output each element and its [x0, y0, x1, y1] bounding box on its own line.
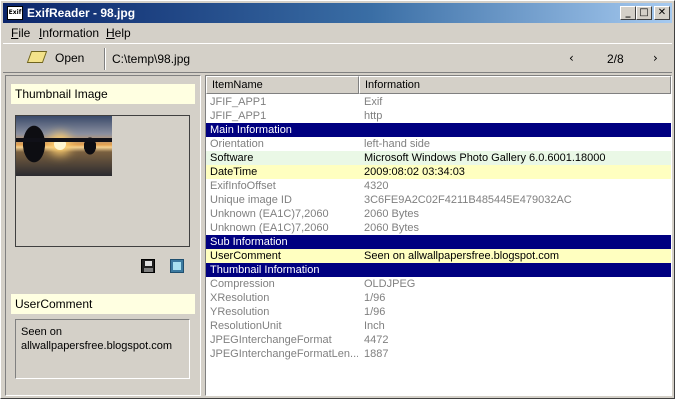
- list-rows: JFIF_APP1 Exif JFIF_APP1 http Main Informati…: [206, 95, 671, 361]
- minimize-button[interactable]: _: [620, 6, 636, 20]
- item-name-cell: Orientation: [210, 138, 264, 150]
- table-row[interactable]: JPEGInterchangeFormat 4472: [206, 333, 671, 347]
- information-cell: 1/96: [364, 306, 386, 318]
- section-header-row[interactable]: Thumbnail Information: [206, 263, 671, 277]
- open-label: Open: [55, 51, 85, 65]
- information-cell: 1/96: [364, 292, 386, 304]
- thumbnail-label: Thumbnail Image: [11, 84, 195, 104]
- table-row[interactable]: JPEGInterchangeFormatLen... 1887: [206, 347, 671, 361]
- table-row[interactable]: DateTime 2009:08:02 03:34:03: [206, 165, 671, 179]
- exif-list[interactable]: ItemName Information JFIF_APP1 Exif JFIF_A…: [205, 75, 672, 396]
- table-row[interactable]: Unique image ID 3C6FE9A2C02F4211B485445E4…: [206, 193, 671, 207]
- table-row[interactable]: JFIF_APP1 Exif: [206, 95, 671, 109]
- item-name-cell: ResolutionUnit: [210, 320, 282, 332]
- information-cell: 2060 Bytes: [364, 208, 420, 220]
- list-header: ItemName Information: [206, 76, 671, 94]
- item-name-cell: DateTime: [210, 166, 258, 178]
- information-cell: Inch: [364, 320, 385, 332]
- open-button[interactable]: Open: [25, 50, 89, 68]
- toolbar: Open C:\temp\98.jpg ‹ 2/8 ›: [3, 43, 672, 73]
- information-cell: 2060 Bytes: [364, 222, 420, 234]
- item-name-cell: Thumbnail Information: [210, 264, 320, 276]
- information-cell: Exif: [364, 96, 383, 108]
- table-row[interactable]: Orientation left-hand side: [206, 137, 671, 151]
- thumbnail-trees: [16, 116, 112, 176]
- close-button[interactable]: ✕: [654, 6, 670, 20]
- information-cell: Seen on allwallpapersfree.blogspot.com: [364, 250, 560, 262]
- window-title: ExifReader - 98.jpg: [27, 6, 136, 20]
- page-counter: 2/8: [607, 52, 624, 66]
- item-name-cell: JFIF_APP1: [210, 110, 267, 122]
- user-comment-label: UserComment: [11, 294, 195, 314]
- thumbnail-frame: [15, 115, 190, 247]
- item-name-cell: Sub Information: [210, 236, 288, 248]
- item-name-cell: ExifInfoOffset: [210, 180, 276, 192]
- item-name-cell: JFIF_APP1: [210, 96, 267, 108]
- item-name-cell: Compression: [210, 278, 275, 290]
- table-row[interactable]: XResolution 1/96: [206, 291, 671, 305]
- information-cell: 1887: [364, 348, 389, 360]
- file-path: C:\temp\98.jpg: [112, 52, 191, 66]
- table-row[interactable]: YResolution 1/96: [206, 305, 671, 319]
- table-row[interactable]: Unknown (EA1C)7,2060 2060 Bytes: [206, 221, 671, 235]
- information-cell: 2009:08:02 03:34:03: [364, 166, 465, 178]
- user-comment-box: Seen on allwallpapersfree.blogspot.com: [15, 319, 190, 379]
- previous-button[interactable]: ‹: [569, 51, 574, 65]
- thumbnail-image: [16, 116, 112, 176]
- user-comment-line-2: allwallpapersfree.blogspot.com: [21, 340, 173, 352]
- view-image-icon[interactable]: [170, 259, 184, 273]
- table-row[interactable]: JFIF_APP1 http: [206, 109, 671, 123]
- user-comment-line-1: Seen on: [21, 326, 62, 338]
- table-row[interactable]: Software Microsoft Windows Photo Gallery …: [206, 151, 671, 165]
- menu-bar: File Information Help: [3, 24, 672, 42]
- menu-help[interactable]: Help: [106, 26, 131, 40]
- item-name-cell: UserComment: [210, 250, 281, 262]
- menu-information[interactable]: Information: [39, 26, 99, 40]
- maximize-button[interactable]: □: [636, 6, 652, 20]
- column-header-information[interactable]: Information: [359, 76, 671, 94]
- left-panel: Thumbnail Image UserComment Seen on allw…: [5, 75, 201, 396]
- information-cell: 4472: [364, 334, 389, 346]
- information-cell: 3C6FE9A2C02F4211B485445E479032AC: [364, 194, 572, 206]
- app-icon: Exif: [7, 6, 23, 20]
- item-name-cell: XResolution: [210, 292, 270, 304]
- information-cell: OLDJPEG: [364, 278, 416, 290]
- item-name-cell: Unknown (EA1C)7,2060: [210, 222, 329, 234]
- table-row[interactable]: Unknown (EA1C)7,2060 2060 Bytes: [206, 207, 671, 221]
- item-name-cell: Unique image ID: [210, 194, 292, 206]
- item-name-cell: Software: [210, 152, 254, 164]
- app-window: Exif ExifReader - 98.jpg _ □ ✕ File Info…: [0, 0, 675, 399]
- information-cell: left-hand side: [364, 138, 431, 150]
- next-button[interactable]: ›: [653, 51, 658, 65]
- table-row[interactable]: ExifInfoOffset 4320: [206, 179, 671, 193]
- section-header-row[interactable]: Main Information: [206, 123, 671, 137]
- toolbar-separator: [104, 48, 106, 70]
- table-row[interactable]: ResolutionUnit Inch: [206, 319, 671, 333]
- save-icon[interactable]: [141, 259, 155, 273]
- item-name-cell: YResolution: [210, 306, 270, 318]
- information-cell: http: [364, 110, 383, 122]
- column-header-itemname[interactable]: ItemName: [206, 76, 359, 94]
- open-folder-icon: [26, 51, 48, 63]
- title-bar[interactable]: Exif ExifReader - 98.jpg _ □ ✕: [3, 3, 672, 23]
- table-row[interactable]: UserComment Seen on allwallpapersfree.blo…: [206, 249, 671, 263]
- table-row[interactable]: Compression OLDJPEG: [206, 277, 671, 291]
- menu-file[interactable]: File: [11, 26, 30, 40]
- information-cell: Microsoft Windows Photo Gallery 6.0.6001…: [364, 152, 606, 164]
- item-name-cell: Main Information: [210, 124, 292, 136]
- information-cell: 4320: [364, 180, 389, 192]
- item-name-cell: JPEGInterchangeFormatLen...: [210, 348, 358, 360]
- section-header-row[interactable]: Sub Information: [206, 235, 671, 249]
- item-name-cell: Unknown (EA1C)7,2060: [210, 208, 329, 220]
- item-name-cell: JPEGInterchangeFormat: [210, 334, 332, 346]
